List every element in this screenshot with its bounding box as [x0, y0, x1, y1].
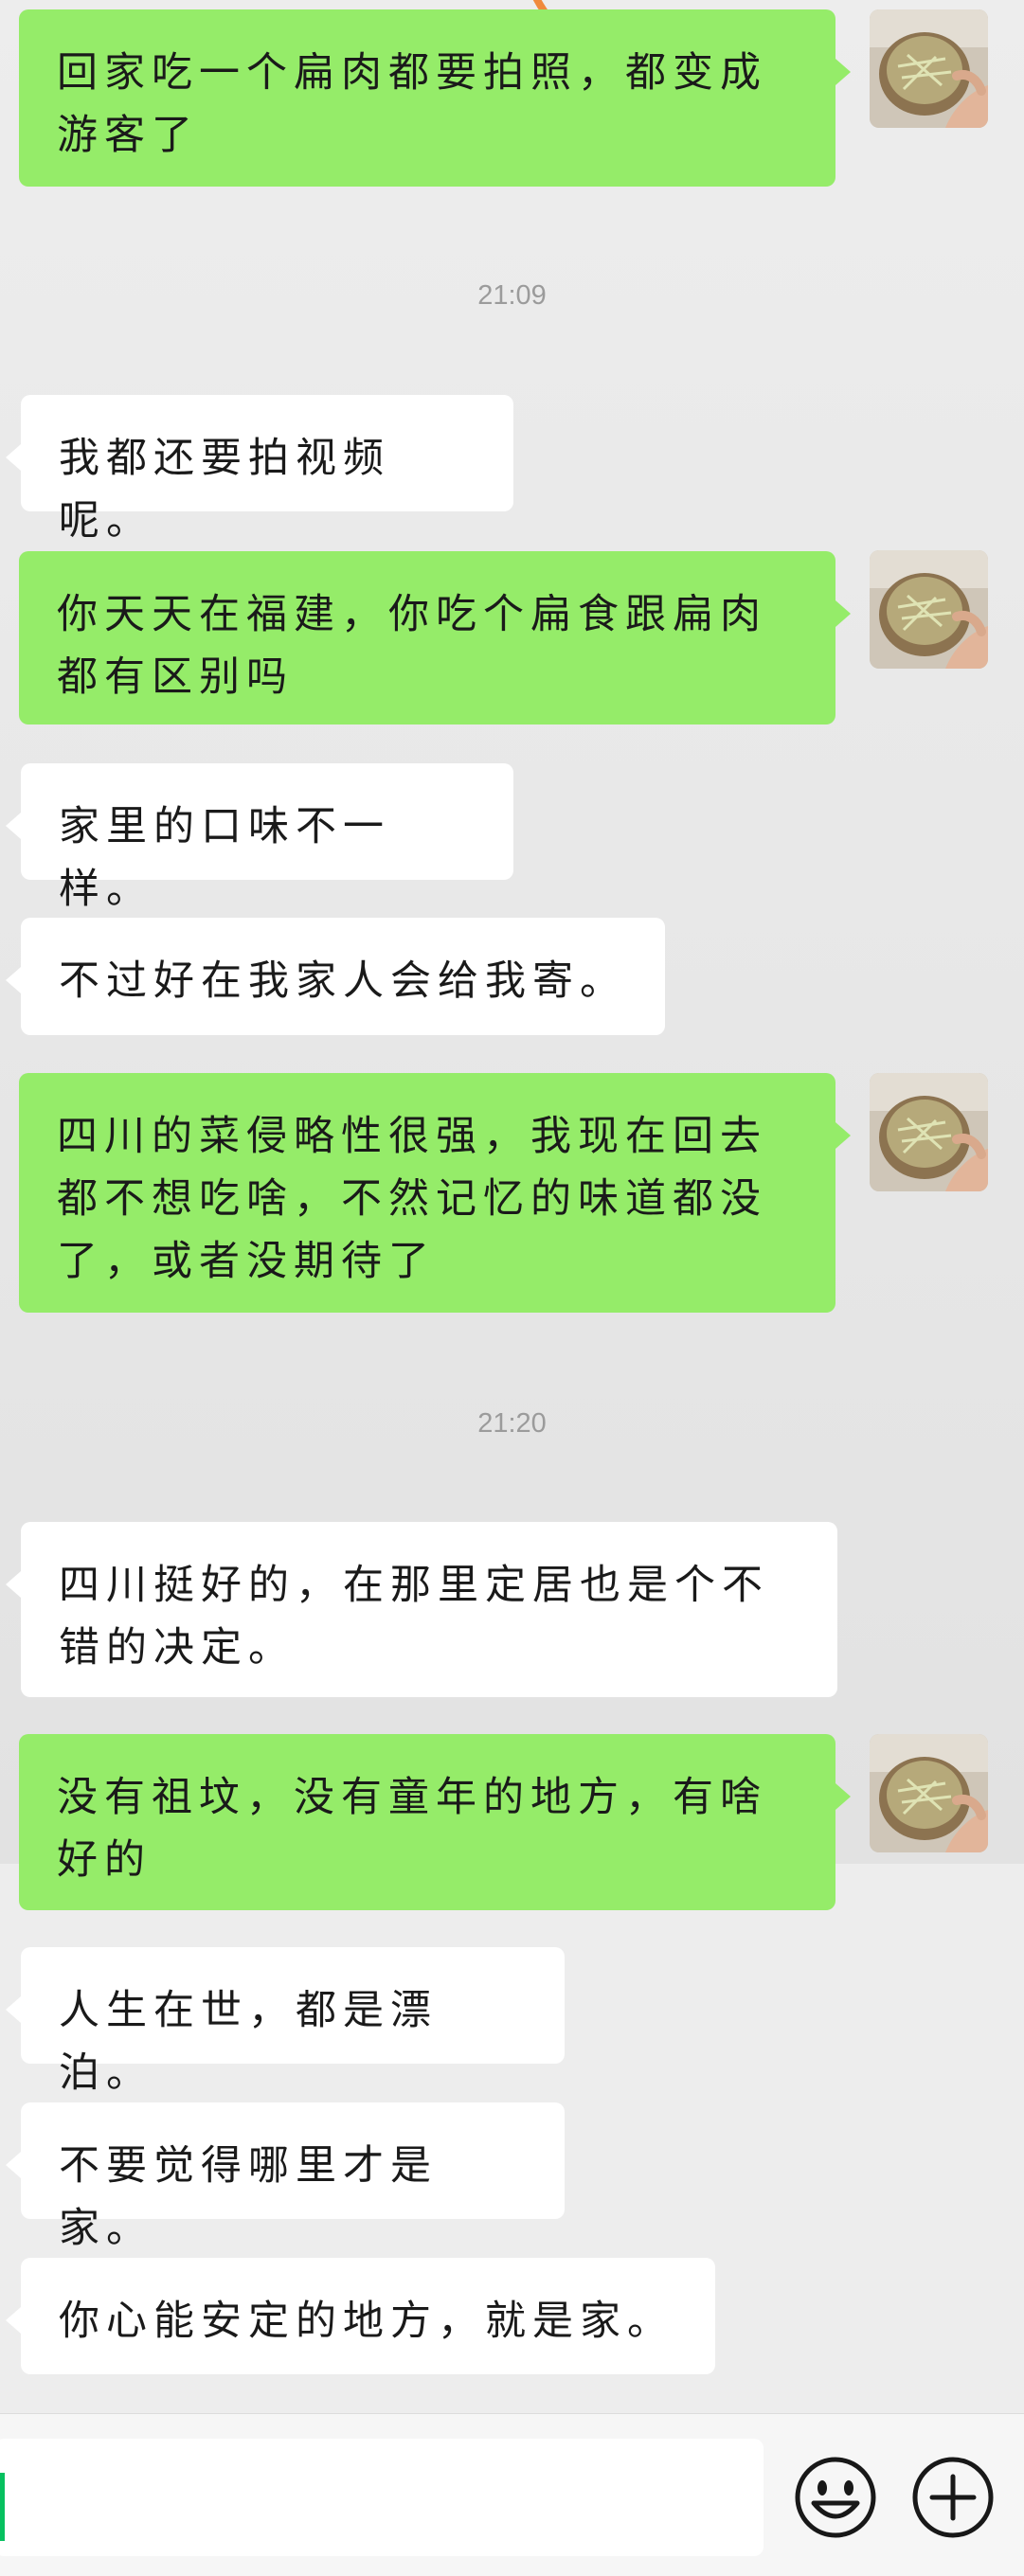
- user-avatar[interactable]: [870, 1734, 988, 1852]
- message-bubble-received[interactable]: 四川挺好的，在那里定居也是个不错的决定。: [6, 1522, 837, 1697]
- message-bubble-received[interactable]: 你心能安定的地方，就是家。: [6, 2258, 715, 2374]
- message-bubble-sent[interactable]: 没有祖坟，没有童年的地方，有啥好的: [19, 1734, 851, 1910]
- message-bubble-sent[interactable]: 四川的菜侵略性很强，我现在回去都不想吃啥，不然记忆的味道都没了，或者没期待了: [19, 1073, 851, 1313]
- message-bubble-received[interactable]: 人生在世，都是漂泊。: [6, 1947, 565, 2097]
- message-bubble-received[interactable]: 不要觉得哪里才是家。: [6, 2102, 565, 2252]
- user-avatar[interactable]: [870, 550, 988, 669]
- time-stamp: 21:09: [477, 280, 547, 311]
- chat-input-bar: [0, 2413, 1024, 2576]
- message-input[interactable]: [0, 2439, 764, 2556]
- tea-bowl-avatar-icon: [870, 550, 988, 669]
- tea-bowl-avatar-icon: [870, 1734, 988, 1852]
- plus-circle-icon: [912, 2457, 994, 2538]
- text-cursor: [0, 2473, 5, 2541]
- tea-bowl-avatar-icon: [870, 9, 988, 128]
- time-stamp: 21:20: [477, 1408, 547, 1439]
- message-bubble-sent[interactable]: 你天天在福建，你吃个扁食跟扁肉都有区别吗: [19, 551, 851, 724]
- message-bubble-sent[interactable]: 回家吃一个扁肉都要拍照，都变成游客了: [19, 9, 851, 187]
- message-bubble-received[interactable]: 我都还要拍视频呢。: [6, 395, 513, 545]
- smiley-face-icon: [795, 2457, 876, 2538]
- message-bubble-received[interactable]: 不过好在我家人会给我寄。: [6, 918, 665, 1035]
- tea-bowl-avatar-icon: [870, 1073, 988, 1191]
- chat-message-list[interactable]: 回家吃一个扁肉都要拍照，都变成游客了 21:09 我都还要拍视频呢。 你天天在福…: [0, 0, 1024, 2413]
- emoji-button[interactable]: [788, 2450, 883, 2545]
- user-avatar[interactable]: [870, 1073, 988, 1191]
- more-options-button[interactable]: [906, 2450, 1000, 2545]
- user-avatar[interactable]: [870, 9, 988, 128]
- message-bubble-received[interactable]: 家里的口味不一样。: [6, 763, 513, 913]
